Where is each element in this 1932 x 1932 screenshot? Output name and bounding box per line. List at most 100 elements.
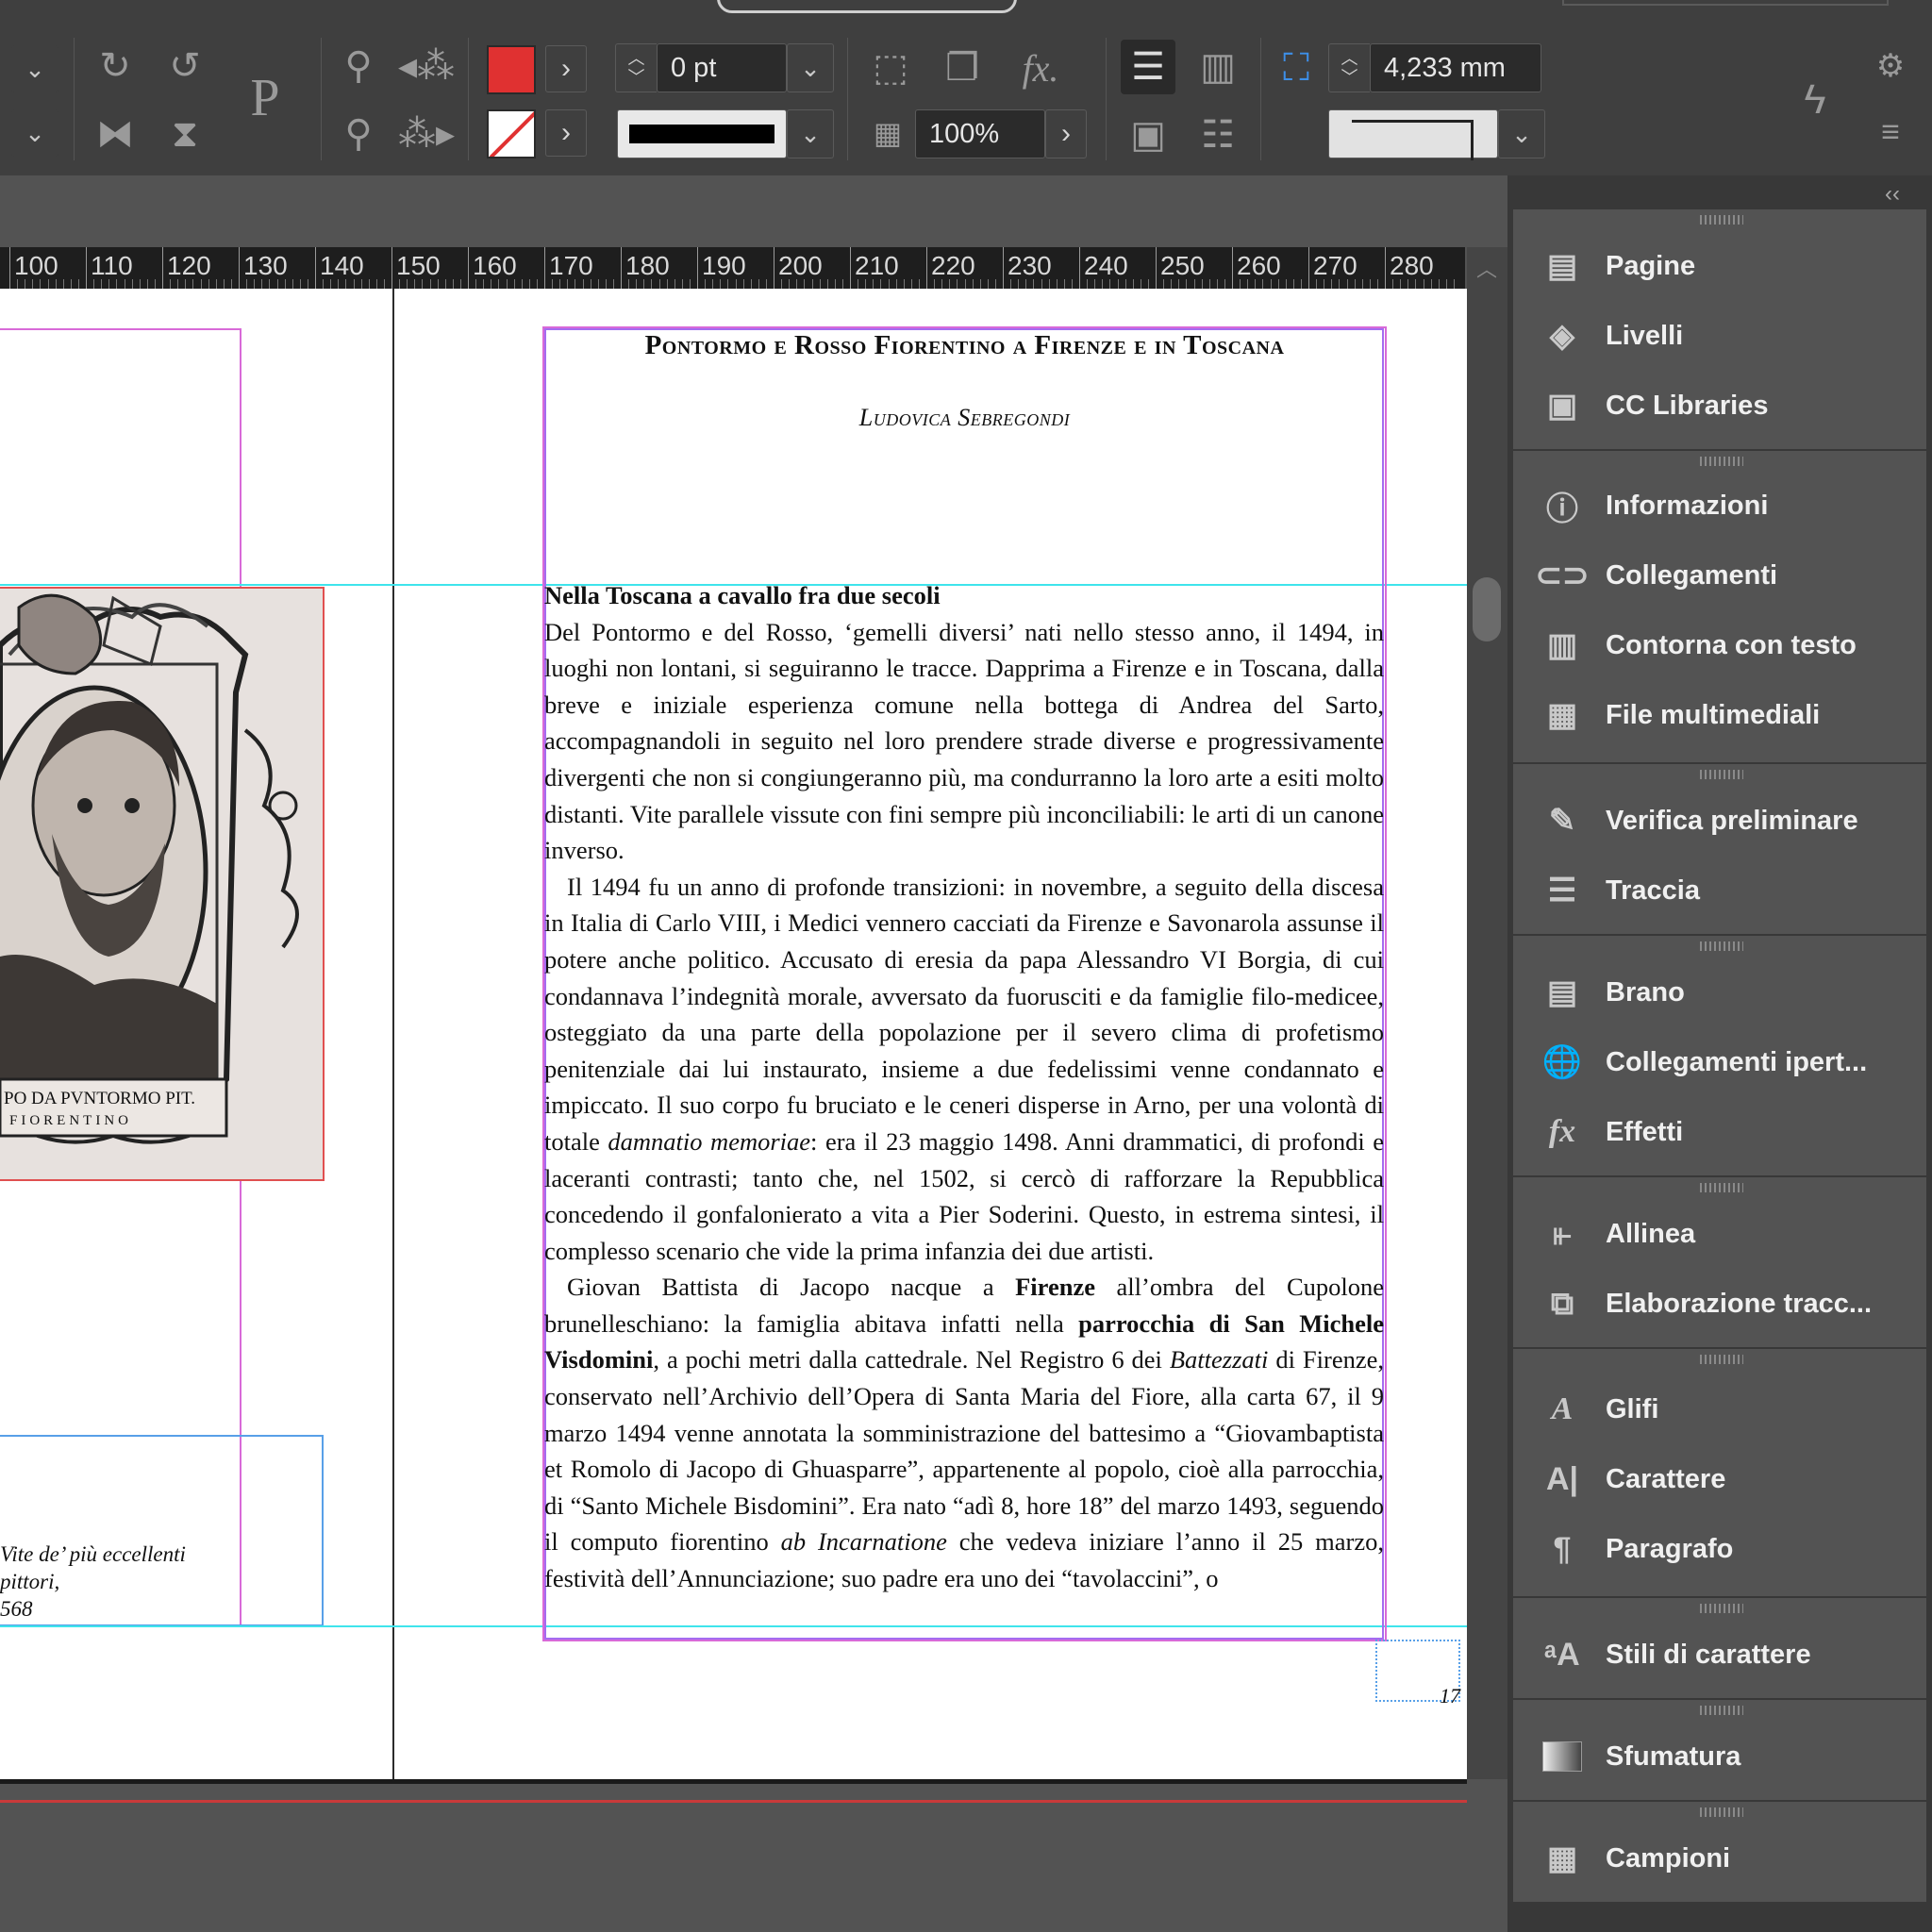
no-text-wrap-icon[interactable]: ☰ <box>1121 40 1175 94</box>
ruler-minor-tick <box>192 279 194 289</box>
paragraph-3-text-d: di Firenze, conservato nell’Archivio del… <box>544 1345 1384 1557</box>
ruler-minor-tick <box>880 279 882 289</box>
scroll-thumb[interactable] <box>1473 577 1501 641</box>
panel-item-sfumatura[interactable]: Sfumatura <box>1540 1728 1740 1785</box>
panel-item-carattere[interactable]: A| Carattere <box>1540 1451 1725 1507</box>
ruler-tick-label: 150 <box>396 251 441 280</box>
up-arrow-icon[interactable]: ︿ <box>1341 49 1358 68</box>
fill-color-swatch[interactable] <box>487 45 536 94</box>
opacity-arrow[interactable]: › <box>1045 109 1087 158</box>
wrap-offset-field[interactable]: 4,233 mm <box>1370 43 1541 92</box>
panel-item-contorna-con-testo[interactable]: ▥ Contorna con testo <box>1540 617 1857 674</box>
panel-menu-icon[interactable]: ≡ <box>1870 111 1911 153</box>
ruler-minor-tick <box>941 279 943 289</box>
vertical-scrollbar[interactable]: ︿ <box>1467 247 1507 1779</box>
ruler-minor-tick <box>582 279 584 289</box>
ruler-minor-tick <box>1025 279 1027 289</box>
ruler-minor-tick <box>483 279 485 289</box>
paragraph-2-italic: damnatio memoriae <box>608 1126 811 1156</box>
ruler-minor-tick <box>910 279 912 289</box>
body-text[interactable]: Nella Toscana a cavallo fra due secoli D… <box>544 577 1384 1597</box>
down-arrow-icon[interactable]: ﹀ <box>628 68 645 87</box>
panel-item-effetti[interactable]: fx Effetti <box>1540 1104 1683 1160</box>
panel-grip[interactable] <box>1700 1706 1743 1715</box>
fx-icon[interactable]: fx. <box>1013 43 1068 92</box>
ruler-minor-tick <box>681 279 683 289</box>
flip-horizontal-icon[interactable]: ⧓ <box>91 109 140 158</box>
ruler-minor-tick <box>506 279 508 289</box>
reference-point-dropdown-2[interactable]: ⌄ <box>11 109 58 157</box>
panel-item-stili-di-carattere[interactable]: ᵃA Stili di carattere <box>1540 1626 1810 1683</box>
wrap-around-bounding-box-icon[interactable]: ▥ <box>1191 40 1245 94</box>
portrait-illustration[interactable]: PO DA PVNTORMO PIT. FIORENTINO <box>0 587 325 1181</box>
panel-item-collegamenti[interactable]: ⊂⊃ Collegamenti <box>1536 547 1778 604</box>
panel-item-pagine[interactable]: ▤ Pagine <box>1540 238 1695 294</box>
panel-item-informazioni[interactable]: ⓘ Informazioni <box>1540 477 1768 534</box>
wrap-contour-selector[interactable] <box>1328 109 1498 160</box>
panel-grip[interactable] <box>1700 1183 1743 1192</box>
ruler-minor-tick <box>1346 279 1348 289</box>
stroke-type-selector[interactable] <box>617 109 787 158</box>
stroke-weight-field[interactable]: 0 pt <box>657 43 787 92</box>
panel-item-traccia[interactable]: ☰ Traccia <box>1540 862 1700 919</box>
stroke-color-arrow[interactable]: › <box>545 109 587 157</box>
horizontal-ruler[interactable]: 100 110 120 130 140 150 160 170 180 190 200 210 220 2… <box>0 247 1465 289</box>
ruler-minor-tick <box>873 279 874 289</box>
panel-grip[interactable] <box>1700 1604 1743 1613</box>
stroke-color-swatch[interactable] <box>487 109 536 158</box>
up-arrow-icon[interactable]: ︿ <box>628 49 645 68</box>
ruler-minor-tick <box>895 279 897 289</box>
scroll-up-icon[interactable]: ︿ <box>1476 253 1497 283</box>
panel-grip[interactable] <box>1700 1807 1743 1817</box>
rotate-clockwise-icon[interactable]: ↻ <box>91 42 140 91</box>
panel-item-glifi[interactable]: A Glifi <box>1540 1381 1659 1438</box>
wrap-contour-dropdown[interactable]: ⌄ <box>1498 109 1545 158</box>
panel-item-brano[interactable]: ▤ Brano <box>1540 964 1685 1021</box>
select-content-icon[interactable]: ⚲ <box>336 111 381 157</box>
orientation-p-icon[interactable]: P <box>231 64 299 132</box>
select-container-icon[interactable]: ⚲ <box>336 43 381 89</box>
panel-item-file-multimediali[interactable]: ▦ File multimediali <box>1540 687 1820 743</box>
ruler-minor-tick <box>17 279 19 289</box>
ruler-minor-tick <box>1369 279 1371 289</box>
jump-object-icon[interactable]: ☷ <box>1191 108 1245 162</box>
paragraph-3-italic-2: ab Incarnatione <box>780 1527 947 1557</box>
rotate-counterclockwise-icon[interactable]: ↺ <box>160 42 209 91</box>
panel-item-cc-libraries[interactable]: ▣ CC Libraries <box>1540 377 1769 434</box>
panel-grip[interactable] <box>1700 770 1743 779</box>
quick-apply-icon[interactable]: ϟ <box>1792 74 1838 126</box>
panel-grip[interactable] <box>1700 1355 1743 1364</box>
panel-item-campioni[interactable]: ▦ Campioni <box>1540 1830 1730 1887</box>
offset-stepper[interactable]: ︿ ﹀ <box>1328 43 1370 92</box>
collapse-panels-icon[interactable]: ‹‹ <box>1885 181 1900 208</box>
select-previous-object-icon[interactable]: ◂⁂ <box>398 43 455 89</box>
panel-item-paragrafo[interactable]: ¶ Paragrafo <box>1540 1521 1734 1577</box>
top-field-edge-2 <box>1562 0 1889 6</box>
ruler-tick-label: 190 <box>702 251 746 280</box>
wrap-around-shape-icon[interactable]: ▣ <box>1121 108 1175 162</box>
down-arrow-icon[interactable]: ﹀ <box>1341 68 1358 87</box>
flip-vertical-icon[interactable]: ⧗ <box>160 109 209 158</box>
stroke-weight-dropdown[interactable]: ⌄ <box>787 43 834 92</box>
opacity-field[interactable]: 100% <box>915 109 1045 158</box>
ruler-minor-tick <box>269 279 271 289</box>
panel-grip[interactable] <box>1700 457 1743 466</box>
make-all-settings-same-icon[interactable]: ⛶ <box>1272 43 1321 92</box>
panel-item-collegamenti-ipertestuali[interactable]: 🌐 Collegamenti ipert... <box>1540 1034 1867 1091</box>
panel-grip[interactable] <box>1700 215 1743 225</box>
stroke-weight-stepper[interactable]: ︿ ﹀ <box>615 43 657 92</box>
fill-color-arrow[interactable]: › <box>545 45 587 92</box>
frame-fitting-icon[interactable]: ⬚ <box>866 43 915 92</box>
panel-grip[interactable] <box>1700 941 1743 951</box>
drop-shadow-icon[interactable]: ❐ <box>938 43 987 92</box>
panel-item-livelli[interactable]: ◈ Livelli <box>1540 308 1683 364</box>
panel-item-allinea[interactable]: ⫦ Allinea <box>1540 1206 1695 1262</box>
panel-item-verifica-preliminare[interactable]: ✎ Verifica preliminare <box>1540 792 1858 849</box>
panel-item-elaborazione-tracciati[interactable]: ⧉ Elaborazione tracc... <box>1540 1275 1872 1332</box>
gear-icon[interactable]: ⚙ <box>1870 45 1911 87</box>
caption-line-1: Vite de’ più eccellenti pittori, <box>0 1542 186 1593</box>
ruler-minor-tick <box>1163 279 1165 289</box>
select-next-object-icon[interactable]: ⁂▸ <box>398 111 455 157</box>
stroke-type-dropdown[interactable]: ⌄ <box>787 109 834 158</box>
reference-point-dropdown[interactable]: ⌄ <box>11 45 58 92</box>
